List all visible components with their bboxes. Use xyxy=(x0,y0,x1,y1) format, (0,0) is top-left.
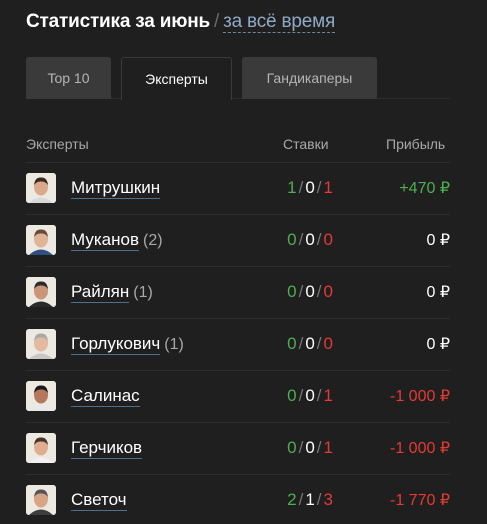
bets-draws: 0 xyxy=(305,386,315,405)
bets-separator: / xyxy=(298,178,304,197)
bets-draws: 0 xyxy=(305,334,315,353)
bets-wins: 1 xyxy=(287,178,297,197)
expert-count: (1) xyxy=(164,336,184,353)
tab-handicappers[interactable]: Гандикаперы xyxy=(242,57,377,99)
table-row: Горлукович (1) 0/0/0 0 ₽ xyxy=(26,318,450,370)
bets-record: 0/0/1 xyxy=(287,386,333,406)
profit-value: -1 000 ₽ xyxy=(390,440,450,457)
bets-separator: / xyxy=(316,282,322,301)
bets-wins: 2 xyxy=(287,490,297,509)
bets-record: 0/0/0 xyxy=(287,334,333,354)
bets-separator: / xyxy=(298,438,304,457)
avatar-icon[interactable] xyxy=(26,173,56,203)
bets-draws: 1 xyxy=(305,490,315,509)
avatar-icon[interactable] xyxy=(26,329,56,359)
experts-table: Митрушкин 1/0/1 +470 ₽ Муканов (2) 0/0/0 0 ₽ Ра… xyxy=(26,162,450,524)
bets-separator: / xyxy=(316,230,322,249)
tab-experts[interactable]: Эксперты xyxy=(121,57,232,100)
column-header-profit: Прибыль xyxy=(386,136,446,152)
table-row: Салинас 0/0/1 -1 000 ₽ xyxy=(26,370,450,422)
bets-losses: 1 xyxy=(323,438,333,457)
expert-name-link[interactable]: Митрушкин xyxy=(71,178,161,199)
bets-record: 0/0/1 xyxy=(287,438,333,458)
bets-wins: 0 xyxy=(287,386,297,405)
expert-name-link[interactable]: Горлукович xyxy=(71,334,161,355)
bets-separator: / xyxy=(298,490,304,509)
expert-count: (2) xyxy=(143,232,163,249)
profit-value: 0 ₽ xyxy=(426,284,450,301)
page-title: Статистика за июнь xyxy=(26,11,210,32)
bets-wins: 0 xyxy=(287,334,297,353)
column-header-experts: Эксперты xyxy=(26,136,89,152)
bets-wins: 0 xyxy=(287,282,297,301)
title-separator: / xyxy=(214,11,220,32)
expert-name-link[interactable]: Салинас xyxy=(71,386,140,407)
table-row: Митрушкин 1/0/1 +470 ₽ xyxy=(26,162,450,214)
expert-name: Герчиков xyxy=(71,438,146,459)
bets-record: 0/0/0 xyxy=(287,230,333,250)
avatar-icon[interactable] xyxy=(26,485,56,515)
bets-record: 0/0/0 xyxy=(287,282,333,302)
expert-name: Горлукович (1) xyxy=(71,334,184,355)
expert-name-link[interactable]: Герчиков xyxy=(71,438,143,459)
expert-name-link[interactable]: Райлян xyxy=(71,282,130,303)
bets-draws: 0 xyxy=(305,230,315,249)
expert-name: Салинас xyxy=(71,386,144,407)
bets-losses: 0 xyxy=(323,230,333,249)
profit-value: -1 770 ₽ xyxy=(390,492,450,509)
table-row: Светоч 2/1/3 -1 770 ₽ xyxy=(26,474,450,524)
bets-losses: 1 xyxy=(323,178,333,197)
bets-separator: / xyxy=(298,334,304,353)
bets-separator: / xyxy=(298,282,304,301)
bets-draws: 0 xyxy=(305,282,315,301)
expert-name: Райлян (1) xyxy=(71,282,153,303)
expert-name: Муканов (2) xyxy=(71,230,163,251)
bets-separator: / xyxy=(316,386,322,405)
profit-value: 0 ₽ xyxy=(426,232,450,249)
bets-separator: / xyxy=(316,178,322,197)
table-row: Райлян (1) 0/0/0 0 ₽ xyxy=(26,266,450,318)
bets-losses: 0 xyxy=(323,282,333,301)
bets-separator: / xyxy=(316,490,322,509)
column-header-bets: Ставки xyxy=(283,136,329,152)
table-row: Муканов (2) 0/0/0 0 ₽ xyxy=(26,214,450,266)
expert-count: (1) xyxy=(133,284,153,301)
bets-wins: 0 xyxy=(287,230,297,249)
bets-separator: / xyxy=(298,386,304,405)
expert-name-link[interactable]: Муканов xyxy=(71,230,139,251)
tab-bar: Top 10 Эксперты Гандикаперы xyxy=(26,57,450,100)
bets-losses: 3 xyxy=(323,490,333,509)
bets-losses: 1 xyxy=(323,386,333,405)
bets-record: 2/1/3 xyxy=(287,490,333,510)
expert-name: Митрушкин xyxy=(71,178,164,199)
table-row: Герчиков 0/0/1 -1 000 ₽ xyxy=(26,422,450,474)
avatar-icon[interactable] xyxy=(26,225,56,255)
profit-value: -1 000 ₽ xyxy=(390,388,450,405)
bets-record: 1/0/1 xyxy=(287,178,333,198)
bets-draws: 0 xyxy=(305,438,315,457)
profit-value: 0 ₽ xyxy=(426,336,450,353)
bets-losses: 0 xyxy=(323,334,333,353)
avatar-icon[interactable] xyxy=(26,277,56,307)
all-time-link[interactable]: за всё время xyxy=(223,11,335,33)
bets-separator: / xyxy=(298,230,304,249)
expert-name-link[interactable]: Светоч xyxy=(71,490,127,511)
profit-value: +470 ₽ xyxy=(399,180,450,197)
expert-name: Светоч xyxy=(71,490,131,511)
stats-header: Статистика за июнь / за всё время xyxy=(26,11,335,33)
avatar-icon[interactable] xyxy=(26,381,56,411)
bets-draws: 0 xyxy=(305,178,315,197)
bets-wins: 0 xyxy=(287,438,297,457)
bets-separator: / xyxy=(316,438,322,457)
tab-top10[interactable]: Top 10 xyxy=(26,57,111,99)
avatar-icon[interactable] xyxy=(26,433,56,463)
bets-separator: / xyxy=(316,334,322,353)
